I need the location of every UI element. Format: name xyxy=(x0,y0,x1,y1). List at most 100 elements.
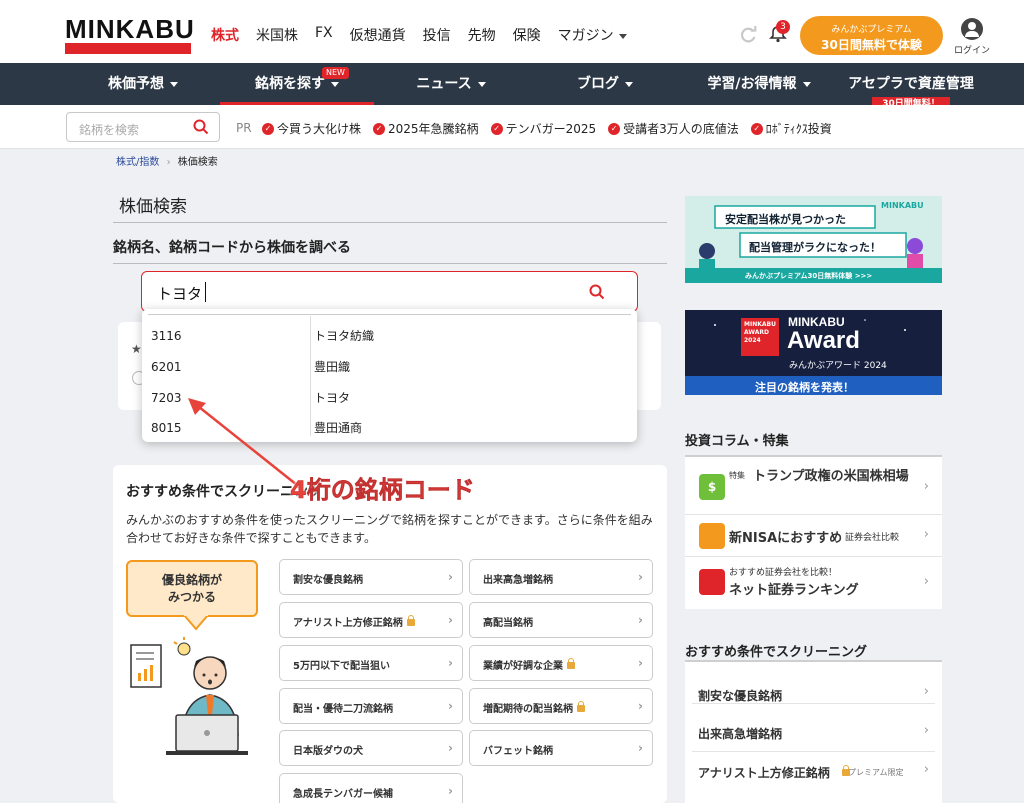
autocomplete-item[interactable]: 3116 トヨタ紡織 xyxy=(142,322,637,353)
topnav-futures[interactable]: 先物 xyxy=(468,25,496,45)
stock-name: トヨタ xyxy=(314,391,351,405)
topnav-fx[interactable]: FX xyxy=(315,25,333,45)
mainnav-stock-forecast[interactable]: 株価予想 xyxy=(66,63,220,105)
check-icon: ✓ xyxy=(373,122,386,135)
speech-bubble: 優良銘柄が みつかる xyxy=(126,560,258,617)
pr-label: PR xyxy=(236,121,252,135)
star-icon: ★ xyxy=(131,342,142,356)
chevron-right-icon: › xyxy=(448,741,453,755)
top-nav: 株式 米国株 FX 仮想通貨 投信 先物 保険 マガジン xyxy=(211,25,627,45)
column-item-broker-ranking[interactable]: おすすめ証券会社を比較！ ネット証券ランキング › xyxy=(685,557,942,609)
mainnav-find-stocks[interactable]: 銘柄を探す xyxy=(220,63,374,105)
chevron-right-icon: › xyxy=(448,656,453,670)
screening-section-title: おすすめ条件でスクリーニング xyxy=(685,645,868,660)
pr-tag[interactable]: ✓ ﾛﾎﾞﾃｨｸｽ投資 xyxy=(750,120,832,137)
screen-button-analyst-upgrade[interactable]: アナリスト上方修正銘柄 › xyxy=(279,602,463,638)
chevron-right-icon: › xyxy=(448,570,453,584)
stock-name: 豊田通商 xyxy=(314,421,363,435)
businessman-illustration xyxy=(130,615,248,755)
pr-tag[interactable]: ✓ 2025年急騰銘柄 xyxy=(373,120,479,137)
screen-button-dividend-increase[interactable]: 増配期待の配当銘柄 › xyxy=(469,688,653,724)
nisa-icon xyxy=(699,523,725,549)
check-icon: ✓ xyxy=(608,122,621,135)
check-icon: ✓ xyxy=(262,122,274,135)
award-banner[interactable]: MINKABU AWARD 2024 MINKABU Award みんかぶアワー… xyxy=(685,310,942,395)
premium-trial-button[interactable]: みんかぶプレミアム 30日間無料で体験 xyxy=(800,16,943,55)
topnav-crypto[interactable]: 仮想通貨 xyxy=(350,25,406,45)
annotation-label: 4桁の銘柄コード xyxy=(290,476,475,505)
breadcrumb-current: 株価検索 xyxy=(177,157,218,168)
screen-button-dividend-benefit[interactable]: 配当・優待二刀流銘柄 › xyxy=(279,688,463,724)
mainnav-blog[interactable]: ブログ xyxy=(528,63,682,105)
chevron-right-icon: › xyxy=(923,527,929,542)
search-icon[interactable] xyxy=(589,284,605,300)
chevron-right-icon: › xyxy=(448,784,453,798)
chevron-right-icon: › xyxy=(638,699,643,713)
stock-code: 6201 xyxy=(151,360,182,374)
screen-button-high-dividend[interactable]: 高配当銘柄 › xyxy=(469,602,653,638)
screening-description: みんかぶのおすすめ条件を使ったスクリーニングで銘柄を探すことができます。さらに条… xyxy=(126,513,653,545)
screen-button-strong-earnings[interactable]: 業績が好調な企業 › xyxy=(469,645,653,681)
screen-item-undervalued[interactable]: 割安な優良銘柄 › xyxy=(692,666,935,704)
text-cursor xyxy=(205,282,206,302)
chevron-right-icon: › xyxy=(638,613,643,627)
mainnav-learning[interactable]: 学習/お得情報 xyxy=(682,63,836,105)
chevron-right-icon: › xyxy=(923,684,929,699)
minkabu-logo[interactable]: MINKABU xyxy=(65,16,194,54)
screen-item-volume-surge[interactable]: 出来高急増銘柄 › xyxy=(692,714,935,752)
stock-name: 豊田織 xyxy=(314,360,351,374)
screen-button-tenbagger[interactable]: 急成長テンバガー候補 › xyxy=(279,773,463,803)
screen-item-analyst-upgrade[interactable]: アナリスト上方修正銘柄 プレミアム限定 › xyxy=(692,752,935,792)
top-header: MINKABU 株式 米国株 FX 仮想通貨 投信 先物 保険 マガジン 3 み… xyxy=(0,0,1024,63)
screen-button-buffett[interactable]: バフェット銘柄 › xyxy=(469,730,653,766)
premium-banner[interactable]: MINKABU 安定配当株が見つかった 配当管理がラクになった！ みんかぶプレミ… xyxy=(685,196,942,283)
search-icon[interactable] xyxy=(193,119,209,135)
user-icon xyxy=(961,18,983,40)
topnav-stocks[interactable]: 株式 xyxy=(211,25,239,45)
header-search-input[interactable]: 銘柄を検索 xyxy=(66,112,220,142)
chevron-right-icon: › xyxy=(923,574,929,589)
chevron-right-icon: › xyxy=(638,741,643,755)
column-list: $ 特集 トランプ政権の米国株相場 › 新NISAにおすすめ 証券会社比較 › … xyxy=(685,455,942,609)
topnav-magazine[interactable]: マガジン xyxy=(558,25,627,45)
stock-name: トヨタ紡織 xyxy=(314,329,375,343)
new-badge: NEW xyxy=(322,67,349,79)
pr-tag[interactable]: ✓ 今買う大化け株 xyxy=(262,120,361,137)
mainnav-news[interactable]: ニュース xyxy=(374,63,528,105)
page-title: 株価検索 xyxy=(119,197,187,217)
refresh-icon[interactable] xyxy=(740,26,758,44)
stock-search-input[interactable]: トヨタ xyxy=(141,271,638,312)
check-icon: ✓ xyxy=(490,122,503,135)
topnav-insurance[interactable]: 保険 xyxy=(513,25,541,45)
chevron-right-icon: › xyxy=(448,699,453,713)
column-item-nisa[interactable]: 新NISAにおすすめ 証券会社比較 › xyxy=(685,515,942,557)
login-button[interactable]: ログイン xyxy=(952,18,992,56)
notification-badge: 3 xyxy=(776,20,790,34)
topnav-funds[interactable]: 投信 xyxy=(423,25,451,45)
screening-list: 割安な優良銘柄 › 出来高急増銘柄 › アナリスト上方修正銘柄 プレミアム限定 … xyxy=(685,660,942,803)
building-icon xyxy=(699,569,725,595)
chevron-right-icon: › xyxy=(638,656,643,670)
column-item-trump[interactable]: $ 特集 トランプ政権の米国株相場 › xyxy=(685,457,942,515)
breadcrumb: 株式/指数 › 株価検索 xyxy=(116,157,218,168)
stock-code: 7203 xyxy=(151,391,182,405)
lock-icon xyxy=(567,658,575,669)
dollar-icon: $ xyxy=(699,474,725,500)
autocomplete-item[interactable]: 6201 豊田織 xyxy=(142,353,637,384)
screen-button-dogs-of-dow[interactable]: 日本版ダウの犬 › xyxy=(279,730,463,766)
pr-tags: ✓ 今買う大化け株 ✓ 2025年急騰銘柄 ✓ テンバガー2025 ✓ 受講者3万人の底… xyxy=(262,120,832,137)
chevron-right-icon: › xyxy=(923,762,929,777)
pr-tag[interactable]: ✓ テンバガー2025 xyxy=(490,120,596,137)
screen-button-undervalued[interactable]: 割安な優良銘柄 › xyxy=(279,559,463,595)
chevron-right-icon: › xyxy=(638,570,643,584)
pr-tag[interactable]: ✓ 受講者3万人の底値法 xyxy=(608,120,739,137)
breadcrumb-home[interactable]: 株式/指数 xyxy=(116,157,159,168)
chevron-right-icon: › xyxy=(923,723,929,738)
chevron-right-icon: › xyxy=(923,479,929,494)
topnav-us-stocks[interactable]: 米国株 xyxy=(256,25,298,45)
chevron-right-icon: › xyxy=(448,613,453,627)
screen-button-volume-surge[interactable]: 出来高急増銘柄 › xyxy=(469,559,653,595)
lock-icon xyxy=(406,615,415,626)
column-section-title: 投資コラム・特集 xyxy=(685,434,789,449)
screen-button-under-50k[interactable]: 5万円以下で配当狙い › xyxy=(279,645,463,681)
